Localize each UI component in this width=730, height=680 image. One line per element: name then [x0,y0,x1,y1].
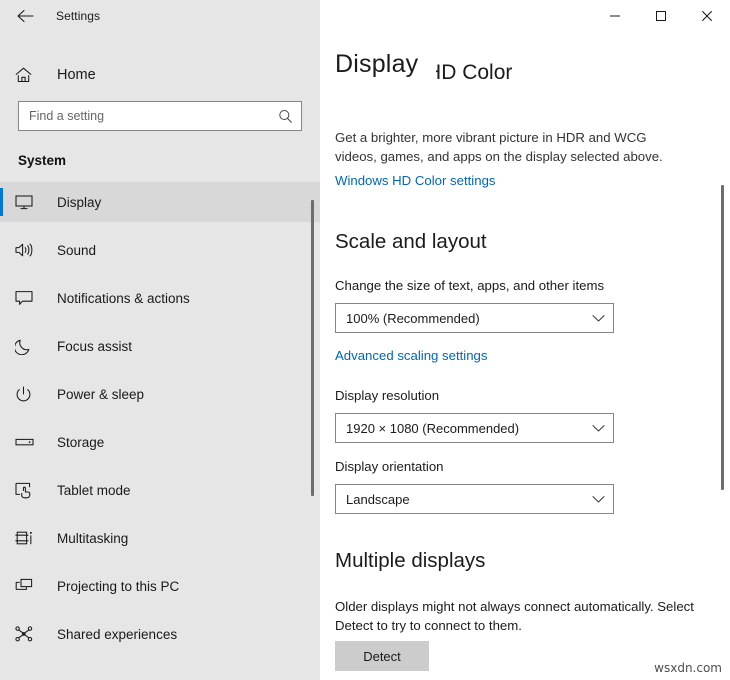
sidebar-item-label: Notifications & actions [57,291,190,306]
sidebar-item-label: Sound [57,243,96,258]
projecting-icon [15,578,37,594]
search-icon[interactable] [278,109,293,124]
display-resolution-value: 1920 × 1080 (Recommended) [346,421,592,436]
minimize-button[interactable] [592,0,638,32]
scale-size-label: Change the size of text, apps, and other… [335,278,604,293]
back-arrow-icon [17,9,34,23]
sidebar-item-tablet-mode[interactable]: Tablet mode [0,470,320,510]
scale-and-layout-heading: Scale and layout [335,230,487,254]
watermark: wsxdn.com [654,661,722,675]
sidebar-item-label: Storage [57,435,104,450]
sidebar-item-display[interactable]: Display [0,182,320,222]
search-input[interactable] [29,109,278,123]
sidebar-item-multitasking[interactable]: Multitasking [0,518,320,558]
sidebar-item-label: Display [57,195,101,210]
chat-bubble-icon [15,290,37,306]
display-resolution-label: Display resolution [335,388,439,403]
tablet-hand-icon [15,482,37,499]
display-orientation-dropdown[interactable]: Landscape [335,484,614,514]
sidebar-item-storage[interactable]: Storage [0,422,320,462]
windows-hd-color-settings-link[interactable]: Windows HD Color settings [335,173,496,188]
sidebar-item-label: Power & sleep [57,387,144,402]
sidebar-item-label: Multitasking [57,531,128,546]
power-icon [15,386,37,403]
sidebar-item-power-sleep[interactable]: Power & sleep [0,374,320,414]
sidebar-item-shared-experiences[interactable]: Shared experiences [0,614,320,654]
display-orientation-label: Display orientation [335,459,444,474]
multiple-displays-description: Older displays might not always connect … [335,597,695,635]
advanced-scaling-settings-link[interactable]: Advanced scaling settings [335,348,487,363]
sidebar-item-label: Tablet mode [57,483,131,498]
sidebar-item-notifications-actions[interactable]: Notifications & actions [0,278,320,318]
display-orientation-value: Landscape [346,492,592,507]
close-button[interactable] [684,0,730,32]
settings-window: Settings Home System [0,0,730,680]
search-box[interactable] [18,101,302,131]
sidebar-item-label: Projecting to this PC [57,579,179,594]
window-controls [592,0,730,32]
sidebar-titlebar: Settings [0,0,320,32]
scale-dropdown[interactable]: 100% (Recommended) [335,303,614,333]
chevron-down-icon [592,424,605,433]
sidebar-item-projecting-to-this-pc[interactable]: Projecting to this PC [0,566,320,606]
share-nodes-icon [15,626,37,642]
app-title: Settings [56,9,100,23]
main-panel: Windows HD Color Display Get a brighter,… [320,0,730,680]
sidebar: Settings Home System [0,0,320,680]
back-button[interactable] [10,1,40,31]
chevron-down-icon [592,314,605,323]
page-title: Display [335,50,436,79]
display-resolution-dropdown[interactable]: 1920 × 1080 (Recommended) [335,413,614,443]
home-label: Home [57,67,96,83]
sidebar-nav: Display Sound [0,182,320,654]
sidebar-scrollbar-thumb[interactable] [311,200,314,496]
settings-content: Windows HD Color Display Get a brighter,… [320,0,730,680]
sidebar-item-label: Shared experiences [57,627,177,642]
multiple-displays-heading: Multiple displays [335,549,485,573]
sidebar-item-focus-assist[interactable]: Focus assist [0,326,320,366]
sidebar-item-label: Focus assist [57,339,132,354]
windows-hd-color-description: Get a brighter, more vibrant picture in … [335,128,685,166]
sidebar-item-home[interactable]: Home [0,55,320,95]
monitor-icon [15,194,37,210]
sidebar-item-sound[interactable]: Sound [0,230,320,270]
chevron-down-icon [592,495,605,504]
home-icon [15,67,37,83]
scale-dropdown-value: 100% (Recommended) [346,311,592,326]
drive-icon [15,436,37,448]
moon-icon [15,338,37,355]
maximize-button[interactable] [638,0,684,32]
main-scrollbar-thumb[interactable] [721,185,724,490]
multitasking-icon [15,530,37,546]
detect-button[interactable]: Detect [335,641,429,671]
sidebar-section-title: System [18,153,320,168]
speaker-icon [15,242,37,258]
